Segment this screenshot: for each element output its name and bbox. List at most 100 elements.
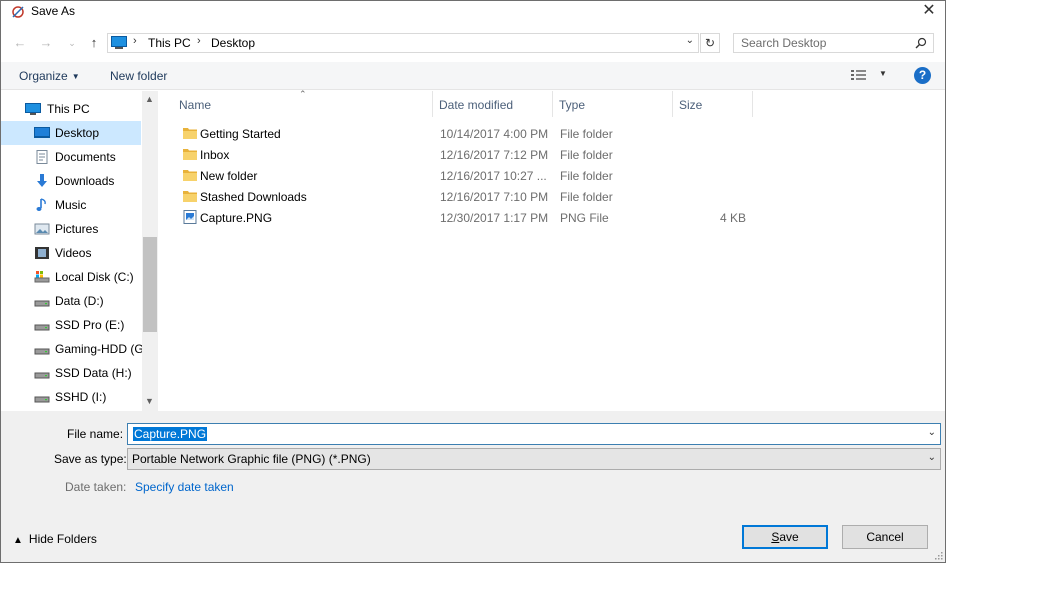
address-bar[interactable]: › This PC › Desktop ⌄ — [107, 33, 699, 53]
nav-item-label: Documents — [55, 150, 116, 164]
file-name: Stashed Downloads — [200, 190, 307, 204]
drive-icon — [34, 389, 50, 405]
file-name-input[interactable]: Capture.PNG ⌄ — [127, 423, 941, 445]
file-row[interactable]: Inbox 12/16/2017 7:12 PM File folder — [177, 144, 753, 165]
specify-date-taken-link[interactable]: Specify date taken — [135, 480, 234, 494]
file-name: New folder — [200, 169, 258, 183]
column-header-type[interactable]: Type — [553, 91, 673, 117]
nav-item-pictures[interactable]: Pictures — [1, 217, 141, 241]
cancel-button[interactable]: Cancel — [842, 525, 928, 549]
new-folder-label: New folder — [110, 69, 168, 83]
file-list: Name ⌃ Date modified Type Size Getting S… — [161, 89, 945, 411]
chevron-down-icon: ⌄ — [68, 38, 76, 48]
scroll-up-icon[interactable]: ▲ — [145, 94, 154, 104]
breadcrumb-desktop[interactable]: Desktop — [211, 36, 255, 50]
folder-icon — [182, 146, 198, 162]
date-taken-label: Date taken: — [65, 480, 127, 494]
save-button[interactable]: Save — [742, 525, 828, 549]
recent-locations-button[interactable]: ⌄ — [63, 34, 81, 52]
column-header-size[interactable]: Size — [673, 91, 753, 117]
close-button[interactable]: ✕ — [913, 1, 945, 23]
nav-item-data-d[interactable]: Data (D:) — [1, 289, 141, 313]
nav-item-label: Pictures — [55, 222, 99, 236]
nav-item-label: Local Disk (C:) — [55, 270, 134, 284]
desktop-icon — [34, 125, 50, 141]
nav-item-label: This PC — [47, 102, 90, 116]
file-size: 4 KB — [719, 211, 746, 225]
file-row[interactable]: Getting Started 10/14/2017 4:00 PM File fo… — [177, 123, 753, 144]
breadcrumb-this-pc[interactable]: This PC — [148, 36, 191, 50]
nav-scrollbar[interactable]: ▲ ▼ — [142, 91, 158, 411]
forward-arrow-icon: → — [39, 35, 53, 50]
folder-icon — [182, 167, 198, 183]
hide-folders-button[interactable]: ▲ Hide Folders — [13, 532, 97, 546]
file-date-modified: 12/16/2017 10:27 ... — [440, 169, 547, 183]
file-row[interactable]: Capture.PNG 12/30/2017 1:17 PM PNG File 4 K… — [177, 207, 753, 228]
refresh-button[interactable]: ↻ — [700, 33, 720, 53]
nav-item-label: Data (D:) — [55, 294, 104, 308]
file-name-value: Capture.PNG — [133, 427, 208, 441]
column-header-date-modified[interactable]: Date modified — [433, 91, 553, 117]
music-icon — [34, 197, 50, 213]
title-bar: Save As ✕ — [1, 1, 945, 23]
nav-item-downloads[interactable]: Downloads — [1, 169, 141, 193]
column-label: Type — [559, 98, 586, 112]
downloads-icon — [34, 173, 50, 189]
nav-item-videos[interactable]: Videos — [1, 241, 141, 265]
save-as-dialog: Save As ✕ ← → ⌄ ↑ › This PC › Desktop ⌄ … — [0, 0, 946, 563]
file-date-modified: 12/30/2017 1:17 PM — [440, 211, 549, 225]
column-label: Size — [679, 98, 703, 112]
nav-item-music[interactable]: Music — [1, 193, 141, 217]
nav-item-this-pc[interactable]: This PC — [1, 97, 141, 121]
navigation-pane: This PC Desktop Documents Downloads Music Pic… — [1, 91, 158, 411]
save-options-panel: File name: Capture.PNG ⌄ Save as type: P… — [1, 411, 945, 562]
file-row[interactable]: Stashed Downloads 12/16/2017 7:10 PM File … — [177, 186, 753, 207]
back-button[interactable]: ← — [11, 34, 29, 52]
file-type: File folder — [560, 190, 613, 204]
breadcrumb-separator-icon: › — [133, 35, 137, 47]
nav-item-desktop[interactable]: Desktop — [1, 121, 141, 145]
file-row[interactable]: New folder 12/16/2017 10:27 ... File folde… — [177, 165, 753, 186]
system-drive-icon — [34, 269, 50, 285]
new-folder-button[interactable]: New folder — [110, 69, 167, 83]
png-file-icon — [182, 209, 198, 225]
chevron-down-icon[interactable]: ⌄ — [928, 427, 936, 438]
nav-item-local-disk-c[interactable]: Local Disk (C:) — [1, 265, 141, 289]
scroll-down-icon[interactable]: ▼ — [145, 396, 154, 406]
change-view-button[interactable]: ▼ — [851, 68, 891, 84]
help-button[interactable]: ? — [914, 67, 931, 84]
nav-item-ssd-pro-e[interactable]: SSD Pro (E:) — [1, 313, 141, 337]
chevron-down-icon[interactable]: ⌄ — [686, 35, 694, 46]
up-arrow-icon: ↑ — [90, 35, 98, 50]
file-name: Getting Started — [200, 127, 281, 141]
back-arrow-icon: ← — [13, 35, 27, 50]
column-header-name[interactable]: Name ⌃ — [161, 89, 433, 117]
folder-icon — [182, 188, 198, 204]
up-button[interactable]: ↑ — [85, 34, 103, 52]
pictures-icon — [34, 221, 50, 237]
save-as-type-select[interactable]: Portable Network Graphic file (PNG) (*.P… — [127, 448, 941, 470]
nav-item-sshd-i[interactable]: SSHD (I:) — [1, 385, 141, 409]
nav-item-ssd-data-h[interactable]: SSD Data (H:) — [1, 361, 141, 385]
scrollbar-thumb[interactable] — [143, 237, 157, 332]
computer-icon — [25, 101, 41, 117]
navigation-bar: ← → ⌄ ↑ › This PC › Desktop ⌄ ↻ Search D… — [1, 25, 945, 59]
hide-folders-label: Hide Folders — [28, 532, 97, 546]
computer-icon — [111, 36, 127, 49]
help-icon: ? — [918, 68, 927, 82]
nav-item-label: SSD Pro (E:) — [55, 318, 125, 332]
sort-ascending-icon: ⌃ — [299, 89, 307, 99]
details-view-icon — [851, 70, 866, 80]
nav-item-gaming-hdd-g[interactable]: Gaming-HDD (G — [1, 337, 144, 361]
file-name-label: File name: — [67, 427, 124, 441]
nav-item-label: Gaming-HDD (G — [55, 342, 144, 356]
save-as-type-value: Portable Network Graphic file (PNG) (*.P… — [132, 452, 371, 466]
cancel-label: Cancel — [866, 530, 904, 544]
organize-button[interactable]: Organize ▼ — [19, 69, 80, 83]
nav-item-documents[interactable]: Documents — [1, 145, 141, 169]
command-bar: Organize ▼ New folder ▼ ? — [1, 62, 945, 90]
forward-button[interactable]: → — [37, 34, 55, 52]
resize-grip-icon[interactable] — [933, 550, 943, 560]
search-input[interactable]: Search Desktop — [733, 33, 934, 53]
nav-item-label: Videos — [55, 246, 92, 260]
